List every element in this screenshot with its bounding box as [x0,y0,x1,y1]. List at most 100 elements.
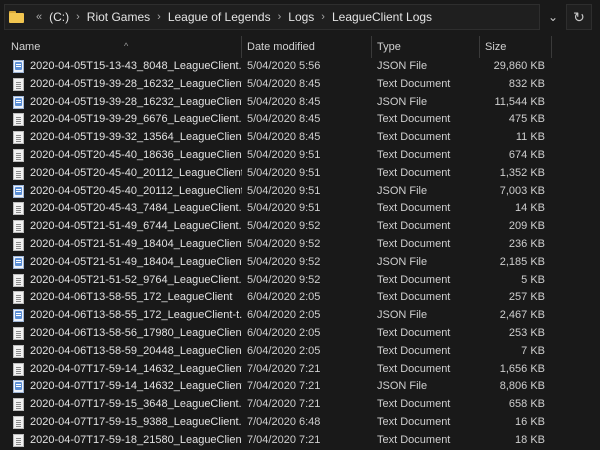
file-name: 2020-04-05T19-39-28_16232_LeagueClient [30,95,242,108]
breadcrumb-league-of-legends[interactable]: League of Legends [166,10,273,24]
json-file-icon [13,60,24,73]
file-date-modified: 5/04/2020 9:52 [247,237,321,250]
breadcrumb-leagueclient-logs[interactable]: LeagueClient Logs [330,10,434,24]
column-name-label: Name [11,41,41,53]
file-date-modified: 5/04/2020 9:51 [247,148,321,161]
file-row[interactable]: 2020-04-05T15-13-43_8048_LeagueClient...… [0,58,600,76]
file-size: 236 KB [508,237,545,250]
file-row[interactable]: 2020-04-05T21-51-49_6744_LeagueClient...… [0,218,600,236]
json-file-icon [13,255,24,269]
file-row[interactable]: 2020-04-07T17-59-15_3648_LeagueClient...… [0,396,600,414]
file-type: Text Document [377,131,451,144]
file-name: 2020-04-05T21-51-49_18404_LeagueClient [30,237,242,250]
file-row[interactable]: 2020-04-05T20-45-40_20112_LeagueClient 5/… [0,165,600,183]
file-type: Text Document [377,273,451,286]
file-size: 475 KB [508,113,545,126]
text-document-icon [13,131,24,145]
column-header-type[interactable]: Type [372,36,480,58]
file-size: 253 KB [508,326,545,339]
column-header-name[interactable]: Name ^ [6,36,242,58]
file-row[interactable]: 2020-04-07T17-59-15_9388_LeagueClient...… [0,414,600,432]
json-file-icon [13,184,24,198]
file-date-modified: 5/04/2020 8:45 [247,113,321,126]
file-row[interactable]: 2020-04-07T17-59-18_21580_LeagueClien...… [0,432,600,450]
file-row[interactable]: 2020-04-07T17-59-14_14632_LeagueClient 7/… [0,378,600,396]
file-type: JSON File [377,255,428,268]
breadcrumb-separator-icon[interactable]: › [316,11,330,23]
file-row[interactable]: 2020-04-06T13-58-56_17980_LeagueClien...… [0,325,600,343]
text-document-icon [13,113,24,127]
file-size: 1,352 KB [499,166,545,179]
file-size: 29,860 KB [493,60,545,72]
file-row[interactable]: 2020-04-05T19-39-28_16232_LeagueClient 5/… [0,76,600,94]
breadcrumb-separator-icon[interactable]: › [273,11,287,23]
file-name: 2020-04-05T19-39-28_16232_LeagueClient [30,77,242,90]
file-name: 2020-04-05T19-39-29_6676_LeagueClient... [30,113,242,126]
file-date-modified: 7/04/2020 7:21 [247,433,321,446]
file-size: 18 KB [515,433,545,446]
file-name: 2020-04-05T19-39-32_13564_LeagueClien... [30,131,242,144]
overflow-chevron-icon[interactable]: « [31,11,47,23]
file-size: 2,185 KB [499,255,545,268]
file-row[interactable]: 2020-04-05T19-39-32_13564_LeagueClien...… [0,129,600,147]
file-row[interactable]: 2020-04-05T21-51-52_9764_LeagueClient...… [0,272,600,290]
file-size: 658 KB [508,398,545,411]
file-date-modified: 5/04/2020 9:51 [247,166,321,179]
file-row[interactable]: 2020-04-05T21-51-49_18404_LeagueClient 5/… [0,254,600,272]
file-row[interactable]: 2020-04-05T19-39-29_6676_LeagueClient...… [0,111,600,129]
file-row[interactable]: 2020-04-05T19-39-28_16232_LeagueClient 5/… [0,94,600,112]
file-name: 2020-04-05T15-13-43_8048_LeagueClient... [30,60,242,72]
file-name: 2020-04-06T13-58-55_172_LeagueClient-t..… [30,309,242,322]
file-size: 257 KB [508,291,545,304]
breadcrumb-drive[interactable]: (C:) [47,10,71,24]
address-bar: « (C:) › Riot Games › League of Legends … [0,0,600,34]
text-document-icon [13,362,24,376]
column-header-date-modified[interactable]: Date modified [242,36,372,58]
column-size-label: Size [485,41,507,53]
file-date-modified: 6/04/2020 2:05 [247,326,321,339]
file-row[interactable]: 2020-04-07T17-59-14_14632_LeagueClient 7/… [0,361,600,379]
file-date-modified: 6/04/2020 2:05 [247,309,321,322]
file-type: Text Document [377,344,451,357]
file-row[interactable]: 2020-04-05T20-45-40_20112_LeagueClient 5/… [0,183,600,201]
breadcrumb-separator-icon[interactable]: › [71,11,85,23]
address-dropdown-chevron-down-icon[interactable]: ⌄ [540,4,566,30]
file-row[interactable]: 2020-04-05T20-45-40_18636_LeagueClien...… [0,147,600,165]
file-name: 2020-04-06T13-58-55_172_LeagueClient [30,291,233,304]
json-file-icon [13,380,24,394]
file-name: 2020-04-07T17-59-14_14632_LeagueClient [30,362,242,375]
file-name: 2020-04-07T17-59-14_14632_LeagueClient [30,380,242,393]
file-type: JSON File [377,95,428,108]
file-size: 1,656 KB [499,362,545,375]
breadcrumb[interactable]: « (C:) › Riot Games › League of Legends … [4,4,540,30]
column-header: Name ^ Date modified Type Size [0,36,600,58]
file-type: Text Document [377,166,451,179]
refresh-icon[interactable]: ↻ [566,4,592,30]
file-row[interactable]: 2020-04-06T13-58-55_172_LeagueClient-t..… [0,307,600,325]
breadcrumb-logs[interactable]: Logs [286,10,316,24]
file-date-modified: 6/04/2020 2:05 [247,344,321,357]
file-row[interactable]: 2020-04-05T20-45-43_7484_LeagueClient...… [0,200,600,218]
file-row[interactable]: 2020-04-05T21-51-49_18404_LeagueClient 5/… [0,236,600,254]
file-type: Text Document [377,77,451,90]
file-size: 11,544 KB [494,95,545,108]
file-date-modified: 5/04/2020 9:51 [247,184,321,197]
folder-icon [9,10,25,24]
breadcrumb-separator-icon[interactable]: › [152,11,166,23]
file-size: 7 KB [521,344,545,357]
file-row[interactable]: 2020-04-06T13-58-55_172_LeagueClient 6/04… [0,289,600,307]
file-date-modified: 5/04/2020 5:56 [247,60,321,72]
file-type: Text Document [377,362,451,375]
text-document-icon [13,433,24,447]
text-document-icon [13,77,24,91]
breadcrumb-riot-games[interactable]: Riot Games [85,10,152,24]
file-name: 2020-04-05T20-45-43_7484_LeagueClient... [30,202,242,215]
file-row[interactable]: 2020-04-06T13-58-59_20448_LeagueClien...… [0,343,600,361]
column-header-size[interactable]: Size [480,36,552,58]
file-name: 2020-04-05T21-51-49_6744_LeagueClient... [30,220,242,233]
file-date-modified: 7/04/2020 6:48 [247,415,321,428]
file-size: 7,003 KB [499,184,545,197]
file-size: 5 KB [521,273,545,286]
column-date-label: Date modified [247,41,315,53]
file-date-modified: 5/04/2020 9:51 [247,202,321,215]
